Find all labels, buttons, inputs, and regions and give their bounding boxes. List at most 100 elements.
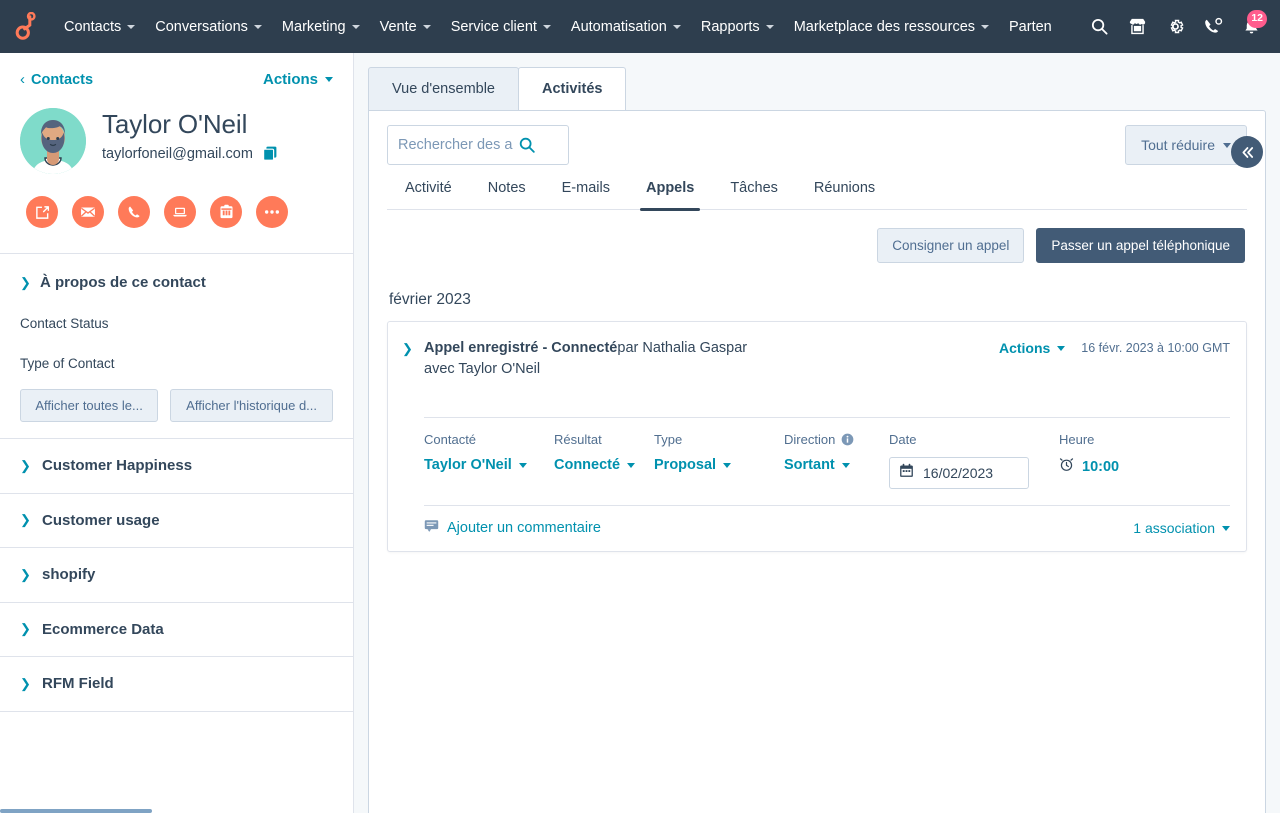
associations-button[interactable]: 1 association — [1133, 520, 1230, 536]
field-value-resultat[interactable]: Connecté — [554, 457, 654, 473]
field-label: Contacté — [424, 432, 554, 447]
breadcrumb-contacts[interactable]: ‹ Contacts — [20, 71, 93, 88]
field-date: Date — [889, 432, 1059, 489]
phone-support-icon[interactable] — [1196, 10, 1230, 44]
nav-item-partenaires[interactable]: Parten — [999, 0, 1062, 53]
field-label: Résultat — [554, 432, 654, 447]
sidebar-item-customer-happiness[interactable]: ❯ Customer Happiness — [0, 439, 353, 494]
tab-activites[interactable]: Activités — [518, 67, 626, 110]
chevron-down-icon — [842, 463, 850, 468]
nav-item-rapports[interactable]: Rapports — [691, 0, 784, 53]
nav-label: Service client — [451, 19, 537, 35]
call-card-title: Appel enregistré - Connectépar Nathalia … — [424, 338, 999, 379]
nav-item-conversations[interactable]: Conversations — [145, 0, 272, 53]
sidebar-item-shopify[interactable]: ❯ shopify — [0, 548, 353, 603]
nav-item-marketing[interactable]: Marketing — [272, 0, 370, 53]
nav-item-contacts[interactable]: Contacts — [54, 0, 145, 53]
sidebar-scrollbar[interactable] — [0, 809, 152, 813]
nav-icon-group: 12 — [1078, 10, 1268, 44]
search-input[interactable] — [398, 137, 518, 153]
call-card-subtitle: avec Taylor O'Neil — [424, 359, 999, 380]
field-label-direction: Direction — [784, 432, 889, 447]
copy-icon[interactable] — [263, 146, 277, 161]
nav-item-vente[interactable]: Vente — [370, 0, 441, 53]
marketplace-icon[interactable] — [1120, 10, 1154, 44]
collapse-panel-button[interactable] — [1231, 136, 1263, 168]
sidebar-header: ‹ Contacts Actions — [0, 53, 353, 228]
sidebar-item-label: Customer Happiness — [42, 457, 192, 474]
view-all-properties-button[interactable]: Afficher toutes le... — [20, 389, 158, 422]
chevron-down-icon — [673, 25, 681, 29]
call-detail-fields: Contacté Taylor O'Neil Résultat Connecté — [424, 417, 1230, 489]
note-icon[interactable] — [26, 196, 58, 228]
nav-item-service-client[interactable]: Service client — [441, 0, 561, 53]
search-box[interactable] — [387, 125, 569, 165]
field-value-type[interactable]: Proposal — [654, 457, 784, 473]
field-direction: Direction — [784, 432, 889, 473]
nav-label: Marketplace des ressources — [794, 19, 975, 35]
field-value-contacte[interactable]: Taylor O'Neil — [424, 457, 554, 473]
nav-item-marketplace[interactable]: Marketplace des ressources — [784, 0, 999, 53]
settings-gear-icon[interactable] — [1158, 10, 1192, 44]
search-icon[interactable] — [518, 136, 536, 154]
chevron-down-icon: ❯ — [20, 275, 40, 291]
make-call-button[interactable]: Passer un appel téléphonique — [1036, 228, 1245, 263]
time-value-control[interactable]: 10:00 — [1059, 457, 1189, 477]
subtab-activite[interactable]: Activité — [387, 180, 470, 209]
field-label: Date — [889, 432, 1059, 447]
sidebar-item-ecommerce-data[interactable]: ❯ Ecommerce Data — [0, 603, 353, 658]
chevron-down-icon — [1222, 526, 1230, 531]
log-call-button[interactable]: Consigner un appel — [877, 228, 1024, 263]
subtab-label: Tâches — [730, 180, 778, 196]
sidebar-top-row: ‹ Contacts Actions — [20, 71, 333, 88]
chevron-down-icon — [981, 25, 989, 29]
chevron-right-icon: ❯ — [20, 621, 42, 637]
about-contact-section: ❯ À propos de ce contact Contact Status … — [0, 254, 353, 438]
add-comment-button[interactable]: Ajouter un commentaire — [424, 519, 601, 537]
collapse-all-button[interactable]: Tout réduire — [1125, 125, 1247, 165]
date-value: 16/02/2023 — [923, 465, 993, 481]
chevron-left-icon: ‹ — [20, 71, 25, 88]
notifications-bell-icon[interactable]: 12 — [1234, 10, 1268, 44]
sidebar-item-rfm-field[interactable]: ❯ RFM Field — [0, 657, 353, 712]
chevron-right-icon: ❯ — [20, 567, 42, 583]
call-icon[interactable] — [118, 196, 150, 228]
contact-email: taylorfoneil@gmail.com — [102, 146, 253, 162]
field-value-direction[interactable]: Sortant — [784, 457, 889, 473]
page-title: Taylor O'Neil — [102, 110, 277, 140]
chevron-right-icon: ❯ — [20, 676, 42, 692]
field-label: Type — [654, 432, 784, 447]
tab-vue-densemble[interactable]: Vue d'ensemble — [368, 67, 519, 110]
search-icon[interactable] — [1082, 10, 1116, 44]
about-contact-toggle[interactable]: ❯ À propos de ce contact — [20, 274, 333, 291]
breadcrumb-label: Contacts — [31, 72, 93, 88]
meeting-icon[interactable] — [164, 196, 196, 228]
sidebar-item-customer-usage[interactable]: ❯ Customer usage — [0, 494, 353, 549]
sidebar-item-label: shopify — [42, 566, 95, 583]
subtab-appels[interactable]: Appels — [628, 180, 712, 209]
subtab-taches[interactable]: Tâches — [712, 180, 796, 209]
contact-identity-text: Taylor O'Neil taylorfoneil@gmail.com — [102, 108, 277, 162]
call-actions-row: Consigner un appel Passer un appel télép… — [387, 228, 1247, 263]
field-heure: Heure 10:00 — [1059, 432, 1189, 477]
date-input[interactable]: 16/02/2023 — [889, 457, 1029, 489]
email-icon[interactable] — [72, 196, 104, 228]
more-icon[interactable] — [256, 196, 288, 228]
call-card-actions-button[interactable]: Actions — [999, 340, 1065, 356]
nav-item-automatisation[interactable]: Automatisation — [561, 0, 691, 53]
quick-actions-row — [26, 196, 333, 228]
hubspot-sprocket-icon[interactable] — [10, 10, 44, 44]
field-value-text: Sortant — [784, 457, 835, 473]
subtab-reunions[interactable]: Réunions — [796, 180, 893, 209]
chevron-right-icon: ❯ — [20, 512, 42, 528]
chevron-down-icon — [423, 25, 431, 29]
view-property-history-button[interactable]: Afficher l'historique d... — [170, 389, 333, 422]
task-icon[interactable] — [210, 196, 242, 228]
subtab-notes[interactable]: Notes — [470, 180, 544, 209]
subtab-emails[interactable]: E-mails — [544, 180, 628, 209]
call-card-actions-label: Actions — [999, 340, 1050, 356]
sidebar-item-label: RFM Field — [42, 675, 114, 692]
chevron-down-icon[interactable]: ❯ — [402, 338, 424, 357]
sidebar-actions-button[interactable]: Actions — [263, 71, 333, 88]
info-icon[interactable] — [841, 433, 854, 446]
